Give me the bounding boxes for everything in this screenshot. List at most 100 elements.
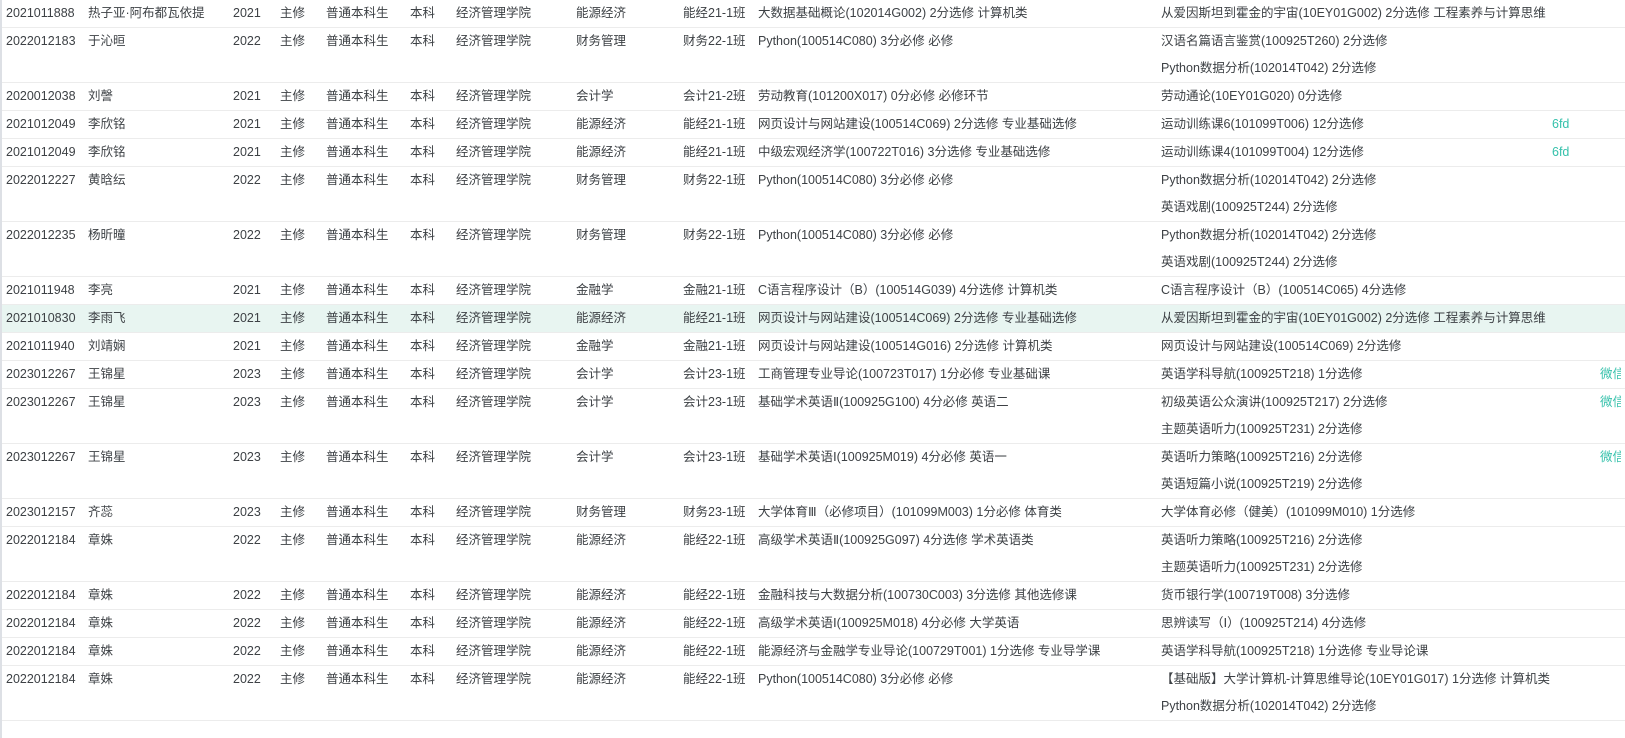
student-name-cell: 李欣铭: [88, 111, 233, 138]
student-name-cell: 王锦星: [88, 361, 233, 388]
note-link[interactable]: 6fd: [1538, 139, 1621, 166]
table-row[interactable]: 2020012038 刘謦 2021 主修 普通本科生 本科 经济管理学院 会计…: [2, 83, 1625, 111]
original-course-cell: 网页设计与网站建设(100514C069) 2分选修 专业基础选修: [758, 111, 1161, 138]
student-category-cell: 普通本科生: [326, 610, 410, 637]
student-category-cell: 普通本科生: [326, 111, 410, 138]
education-level-cell: 本科: [410, 389, 456, 416]
student-id-cell: 2022012235: [2, 222, 88, 249]
grade-year-cell: 2022: [233, 582, 280, 609]
student-category-cell: 普通本科生: [326, 277, 410, 304]
student-name-cell: 李雨飞: [88, 305, 233, 332]
replacement-course-line: 货币银行学(100719T008) 3分选修: [1161, 582, 1538, 609]
replacement-course-cell: 【基础版】大学计算机-计算思维导论(10EY01G017) 1分选修 计算机类P…: [1161, 666, 1538, 720]
table-row[interactable]: 2021011948 李亮 2021 主修 普通本科生 本科 经济管理学院 金融…: [2, 277, 1625, 305]
grade-year-cell: 2021: [233, 83, 280, 110]
replacement-course-cell: 英语听力策略(100925T216) 2分选修英语短篇小说(100925T219…: [1161, 444, 1538, 498]
original-course-cell: Python(100514C080) 3分必修 必修: [758, 28, 1161, 55]
table-row[interactable]: 2022012184 章姝 2022 主修 普通本科生 本科 经济管理学院 能源…: [2, 582, 1625, 610]
grade-year-cell: 2021: [233, 0, 280, 27]
grade-year-cell: 2022: [233, 167, 280, 194]
study-type-cell: 主修: [280, 499, 326, 526]
college-cell: 经济管理学院: [456, 83, 576, 110]
student-id-cell: 2022012184: [2, 527, 88, 554]
major-cell: 财务管理: [576, 222, 683, 249]
student-name-cell: 于沁晅: [88, 28, 233, 55]
student-name-cell: 齐蕊: [88, 499, 233, 526]
study-type-cell: 主修: [280, 222, 326, 249]
table-row[interactable]: 2023012267 王锦星 2023 主修 普通本科生 本科 经济管理学院 会…: [2, 444, 1625, 499]
table-row[interactable]: 2022012227 黄晗纭 2022 主修 普通本科生 本科 经济管理学院 财…: [2, 167, 1625, 222]
student-id-cell: 2022012184: [2, 666, 88, 693]
replacement-course-line: 英语短篇小说(100925T219) 2分选修: [1161, 471, 1538, 498]
study-type-cell: 主修: [280, 389, 326, 416]
student-name-cell: 杨昕曈: [88, 222, 233, 249]
student-name-cell: 李亮: [88, 277, 233, 304]
student-name-cell: 热子亚·阿布都瓦依提: [88, 0, 233, 27]
table-row[interactable]: 2022012183 于沁晅 2022 主修 普通本科生 本科 经济管理学院 财…: [2, 28, 1625, 83]
replacement-course-cell: Python数据分析(102014T042) 2分选修英语戏剧(100925T2…: [1161, 222, 1538, 276]
student-id-cell: 2022012184: [2, 638, 88, 665]
table-row[interactable]: 2022012184 章姝 2022 主修 普通本科生 本科 经济管理学院 能源…: [2, 638, 1625, 666]
replacement-course-cell: 汉语名篇语言鉴赏(100925T260) 2分选修Python数据分析(1020…: [1161, 28, 1538, 82]
note-link[interactable]: 微信: [1538, 361, 1621, 388]
note-link[interactable]: 微信: [1538, 444, 1621, 471]
table-row[interactable]: 2021012049 李欣铭 2021 主修 普通本科生 本科 经济管理学院 能…: [2, 139, 1625, 167]
college-cell: 经济管理学院: [456, 0, 576, 27]
student-name-cell: 章姝: [88, 610, 233, 637]
original-course-cell: Python(100514C080) 3分必修 必修: [758, 167, 1161, 194]
table-row[interactable]: 2023012267 王锦星 2023 主修 普通本科生 本科 经济管理学院 会…: [2, 361, 1625, 389]
replacement-course-cell: 初级英语公众演讲(100925T217) 2分选修主题英语听力(100925T2…: [1161, 389, 1538, 443]
replacement-course-line: 英语学科导航(100925T218) 1分选修: [1161, 361, 1538, 388]
major-cell: 财务管理: [576, 28, 683, 55]
class-name-cell: 能经22-1班: [683, 638, 758, 665]
replacement-course-cell: 英语学科导航(100925T218) 1分选修: [1161, 361, 1538, 388]
replacement-course-line: 【基础版】大学计算机-计算思维导论(10EY01G017) 1分选修 计算机类: [1161, 666, 1538, 693]
original-course-cell: 基础学术英语Ⅱ(100925G100) 4分必修 英语二: [758, 389, 1161, 416]
replacement-course-line: 大学体育必修（健美）(101099M010) 1分选修: [1161, 499, 1538, 526]
replacement-course-cell: 大学体育必修（健美）(101099M010) 1分选修: [1161, 499, 1538, 526]
student-name-cell: 章姝: [88, 527, 233, 554]
study-type-cell: 主修: [280, 83, 326, 110]
table-row[interactable]: 2021011888 热子亚·阿布都瓦依提 2021 主修 普通本科生 本科 经…: [2, 0, 1625, 28]
education-level-cell: 本科: [410, 305, 456, 332]
table-row[interactable]: 2021012049 李欣铭 2021 主修 普通本科生 本科 经济管理学院 能…: [2, 111, 1625, 139]
replacement-course-line: 思辨读写（Ⅰ）(100925T214) 4分选修: [1161, 610, 1538, 637]
class-name-cell: 能经22-1班: [683, 527, 758, 554]
table-row[interactable]: 2022012235 杨昕曈 2022 主修 普通本科生 本科 经济管理学院 财…: [2, 222, 1625, 277]
education-level-cell: 本科: [410, 610, 456, 637]
table-row[interactable]: 2022012184 章姝 2022 主修 普通本科生 本科 经济管理学院 能源…: [2, 527, 1625, 582]
class-name-cell: 财务22-1班: [683, 167, 758, 194]
replacement-course-line: Python数据分析(102014T042) 2分选修: [1161, 55, 1538, 82]
replacement-course-line: Python数据分析(102014T042) 2分选修: [1161, 222, 1538, 249]
replacement-course-cell: 从爱因斯坦到霍金的宇宙(10EY01G002) 2分选修 工程素养与计算思维: [1161, 305, 1538, 332]
student-category-cell: 普通本科生: [326, 666, 410, 693]
student-name-cell: 章姝: [88, 582, 233, 609]
note-link[interactable]: 微信: [1538, 389, 1621, 416]
major-cell: 能源经济: [576, 111, 683, 138]
table-row[interactable]: 2022012184 章姝 2022 主修 普通本科生 本科 经济管理学院 能源…: [2, 610, 1625, 638]
table-row[interactable]: 2021011940 刘靖娴 2021 主修 普通本科生 本科 经济管理学院 金…: [2, 333, 1625, 361]
class-name-cell: 金融21-1班: [683, 333, 758, 360]
student-name-cell: 黄晗纭: [88, 167, 233, 194]
study-type-cell: 主修: [280, 277, 326, 304]
replacement-course-cell: C语言程序设计（B）(100514C065) 4分选修: [1161, 277, 1538, 304]
class-name-cell: 财务23-1班: [683, 499, 758, 526]
college-cell: 经济管理学院: [456, 139, 576, 166]
study-type-cell: 主修: [280, 527, 326, 554]
table-row[interactable]: 2023012157 齐蕊 2023 主修 普通本科生 本科 经济管理学院 财务…: [2, 499, 1625, 527]
student-id-cell: 2023012157: [2, 499, 88, 526]
education-level-cell: 本科: [410, 111, 456, 138]
note-link[interactable]: 6fd: [1538, 111, 1621, 138]
replacement-course-line: Python数据分析(102014T042) 2分选修: [1161, 167, 1538, 194]
replacement-course-cell: 运动训练课4(101099T004) 12分选修: [1161, 139, 1538, 166]
student-category-cell: 普通本科生: [326, 28, 410, 55]
college-cell: 经济管理学院: [456, 222, 576, 249]
table-row[interactable]: 2023012267 王锦星 2023 主修 普通本科生 本科 经济管理学院 会…: [2, 389, 1625, 444]
table-row[interactable]: 2022012184 章姝 2022 主修 普通本科生 本科 经济管理学院 能源…: [2, 666, 1625, 721]
replacement-course-cell: 网页设计与网站建设(100514C069) 2分选修: [1161, 333, 1538, 360]
original-course-cell: 大数据基础概论(102014G002) 2分选修 计算机类: [758, 0, 1161, 27]
table-row[interactable]: 2021010830 李雨飞 2021 主修 普通本科生 本科 经济管理学院 能…: [2, 305, 1625, 333]
replacement-course-cell: 运动训练课6(101099T006) 12分选修: [1161, 111, 1538, 138]
study-type-cell: 主修: [280, 28, 326, 55]
replacement-course-line: 主题英语听力(100925T231) 2分选修: [1161, 554, 1538, 581]
